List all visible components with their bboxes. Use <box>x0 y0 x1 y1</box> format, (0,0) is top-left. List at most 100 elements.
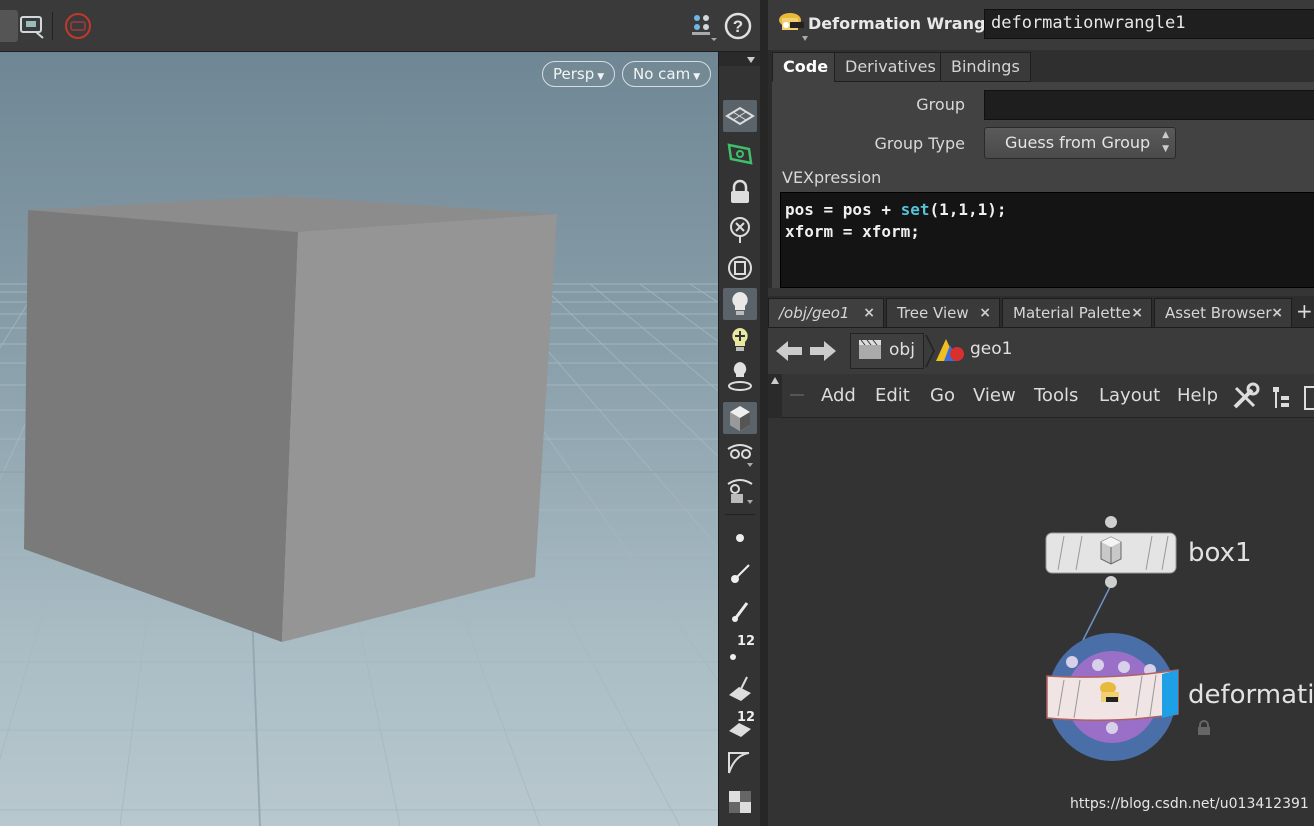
network-menu-bar: Add Edit Go View Tools Layout Help <box>768 374 1314 418</box>
point-normal-icon[interactable] <box>723 558 757 590</box>
parameter-tabs: Code Derivatives Bindings <box>772 50 1314 82</box>
path-bar: obj geo1 <box>768 328 1314 374</box>
display-flags-icon[interactable] <box>723 474 757 506</box>
visualizer-icon[interactable] <box>723 438 757 470</box>
tab-code[interactable]: Code <box>772 52 840 82</box>
menu-go[interactable]: Go <box>930 385 955 406</box>
viewport-toolbar: ? <box>0 0 760 52</box>
tab-tree-view[interactable]: Tree View × <box>886 298 1000 328</box>
tab-label: /obj/geo1 <box>779 304 850 322</box>
forward-arrow-icon[interactable] <box>808 336 838 370</box>
vertex-normal-icon[interactable] <box>723 596 757 628</box>
parameter-header: Deformation Wrangle deformationwrangle1 <box>768 0 1314 50</box>
menu-help[interactable]: Help <box>1177 385 1218 406</box>
menu-add[interactable]: Add <box>821 385 856 406</box>
path-separator-icon <box>924 333 936 369</box>
tab-material-palette[interactable]: Material Palette × <box>1002 298 1152 328</box>
vex-code-editor[interactable]: pos = pos + set(1,1,1); xform = xform; <box>780 192 1314 288</box>
chevron-down-icon: ▼ <box>693 72 701 82</box>
close-icon[interactable]: × <box>1131 299 1143 327</box>
primitive-numbers-label: 12 <box>737 710 756 725</box>
menu-view[interactable]: View <box>973 385 1016 406</box>
vexpression-label: VEXpression <box>782 168 882 187</box>
side-divider <box>725 514 755 515</box>
camera-menu[interactable]: No cam ▼ <box>622 61 712 87</box>
watermark: https://blog.csdn.net/u013412391 <box>1070 796 1309 812</box>
primitive-display-icon[interactable] <box>723 672 757 704</box>
node-graph <box>1045 516 1179 761</box>
path-segment-obj[interactable]: obj <box>850 333 924 369</box>
record-icon[interactable] <box>62 10 94 42</box>
point-numbers-icon[interactable]: 12 <box>723 632 757 664</box>
close-icon[interactable]: × <box>979 299 991 327</box>
help-icon[interactable]: ? <box>722 10 754 42</box>
lock-icon[interactable] <box>1196 720 1212 740</box>
wrangle-node-icon[interactable] <box>776 8 808 42</box>
3d-viewport[interactable]: Persp ▼ No cam ▼ <box>0 52 718 826</box>
node-label-wrangle[interactable]: deformationwrangle1 <box>1188 680 1314 710</box>
viewport-side-toolbar: 12 12 <box>718 52 761 826</box>
parameter-body: Group Group Type Guess from Group ▲ ▼ VEX… <box>772 82 1314 288</box>
tab-derivatives[interactable]: Derivatives <box>834 52 947 82</box>
primitive-numbers-icon[interactable]: 12 <box>723 708 757 740</box>
group-label: Group <box>916 95 965 114</box>
lock-camera-icon[interactable] <box>723 176 757 208</box>
group-type-label: Group Type <box>874 134 965 153</box>
headlight-icon[interactable] <box>723 288 757 320</box>
group-field[interactable] <box>984 90 1314 120</box>
display-options-icon[interactable] <box>688 10 720 42</box>
tab-obj-geo1[interactable]: /obj/geo1 × <box>768 298 884 328</box>
shading-mode-icon[interactable] <box>723 402 757 434</box>
code-line-2: xform = xform; <box>785 222 920 241</box>
spot-light-icon[interactable] <box>723 360 757 392</box>
tab-bindings[interactable]: Bindings <box>940 52 1031 82</box>
camera-label: No cam <box>633 65 691 83</box>
geo-object-icon <box>936 339 964 361</box>
uv-display-icon[interactable] <box>723 746 757 778</box>
chevron-updown-icon: ▲ ▼ <box>1162 130 1169 154</box>
snapshot-icon[interactable] <box>16 10 48 42</box>
add-tab-icon[interactable]: + <box>1296 298 1314 328</box>
light-tool-icon[interactable] <box>723 252 757 284</box>
grid-plane-icon[interactable] <box>723 100 757 132</box>
path-current-label: geo1 <box>970 339 1013 359</box>
node-name-field[interactable]: deformationwrangle1 <box>984 9 1314 39</box>
back-arrow-icon[interactable] <box>774 336 804 370</box>
close-icon[interactable]: × <box>1271 299 1283 327</box>
code-line-1: pos = pos + set(1,1,1); <box>785 200 1007 219</box>
add-light-icon[interactable] <box>723 324 757 356</box>
tab-label: Material Palette <box>1013 304 1131 322</box>
node-type-label: Deformation Wrangle <box>808 14 1002 33</box>
collapse-strip[interactable] <box>719 52 761 66</box>
checker-icon[interactable] <box>723 786 757 818</box>
group-type-value: Guess from Group <box>1005 133 1151 152</box>
svg-text:?: ? <box>733 17 743 36</box>
tab-asset-browser[interactable]: Asset Browser × <box>1154 298 1292 328</box>
menu-tools[interactable]: Tools <box>1034 385 1078 406</box>
pane-splitter[interactable] <box>768 288 1314 302</box>
chevron-down-icon: ▼ <box>597 72 605 82</box>
view-mode-label: Persp <box>553 65 595 83</box>
point-display-icon[interactable] <box>723 522 757 554</box>
ghost-objects-icon[interactable] <box>723 214 757 246</box>
pane-divider[interactable] <box>760 0 768 826</box>
collapse-strip[interactable] <box>768 374 782 418</box>
group-type-select[interactable]: Guess from Group ▲ ▼ <box>984 127 1176 159</box>
network-editor[interactable]: box1 deformationwrangle1 https://blog.cs… <box>768 418 1314 826</box>
menu-layout[interactable]: Layout <box>1099 385 1160 406</box>
grid-and-cube <box>0 196 718 826</box>
obj-network-icon <box>859 339 881 359</box>
view-mode-menu[interactable]: Persp ▼ <box>542 61 616 87</box>
close-icon[interactable]: × <box>863 299 875 327</box>
menu-handle-icon[interactable] <box>790 394 804 396</box>
tree-layout-icon[interactable] <box>1270 384 1294 416</box>
node-label-box1[interactable]: box1 <box>1188 538 1252 568</box>
pane-tab-bar: /obj/geo1 × Tree View × Material Palette × … <box>768 296 1314 328</box>
menu-edit[interactable]: Edit <box>875 385 910 406</box>
snapping-icon[interactable] <box>723 138 757 170</box>
wrench-icon[interactable] <box>1230 382 1260 416</box>
toolbar-divider <box>52 12 53 40</box>
path-segment-geo1[interactable]: geo1 <box>936 333 1056 369</box>
list-view-icon[interactable] <box>1304 386 1314 410</box>
point-numbers-label: 12 <box>737 634 756 649</box>
